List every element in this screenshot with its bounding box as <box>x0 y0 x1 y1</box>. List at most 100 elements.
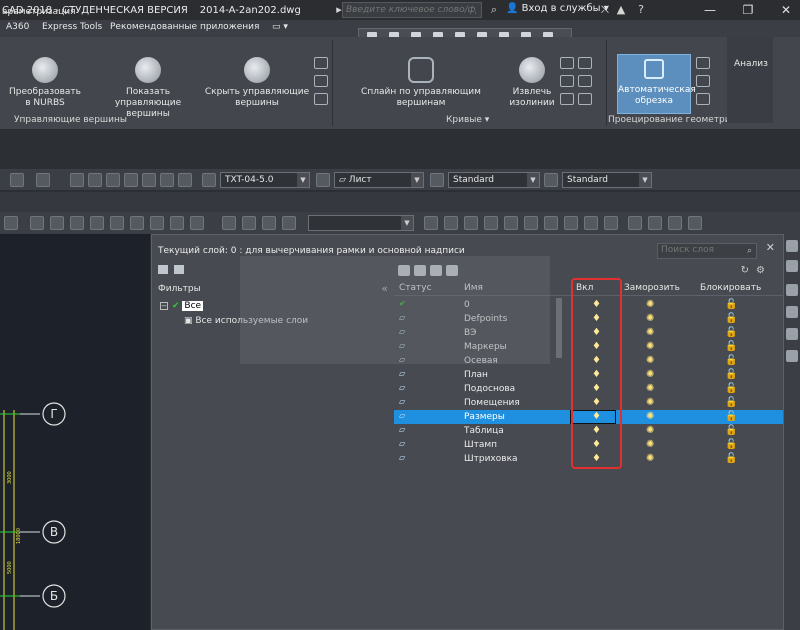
unlock-icon[interactable]: 🔓 <box>725 411 737 423</box>
refresh-icon[interactable]: ↻ <box>741 265 749 276</box>
sun-icon[interactable]: ✺ <box>646 355 658 367</box>
sun-icon[interactable]: ✺ <box>646 411 658 423</box>
tree-all-filters[interactable]: − ✔ Все <box>160 301 204 311</box>
tool-icon[interactable] <box>4 216 18 230</box>
extract-isolines-button[interactable]: Извлечь изолинии <box>506 57 558 109</box>
login-button[interactable]: 👤 Вход в службы ▾ <box>506 3 609 14</box>
tool-icon[interactable] <box>544 216 558 230</box>
tool-icon[interactable] <box>190 216 204 230</box>
view-select[interactable]: ▼ <box>308 215 414 231</box>
help-tool-icon[interactable] <box>178 173 192 187</box>
tool-icon[interactable] <box>648 216 662 230</box>
tool-icon[interactable] <box>70 216 84 230</box>
tool-icon[interactable] <box>50 216 64 230</box>
sun-icon[interactable]: ✺ <box>646 383 658 395</box>
pan-icon[interactable] <box>222 216 236 230</box>
unlock-icon[interactable]: 🔓 <box>725 439 737 451</box>
panel-cv-label[interactable]: Управляющие вершины <box>14 115 127 125</box>
tool-icon[interactable] <box>668 216 682 230</box>
layer-style-icon[interactable] <box>316 173 330 187</box>
text-style-select[interactable]: TXT-04-5.0 ▼ <box>220 172 310 188</box>
tool-icon[interactable] <box>150 216 164 230</box>
group-filter-icon[interactable] <box>174 265 184 274</box>
table-style-select[interactable]: Standard ▼ <box>562 172 652 188</box>
curve-tool-4-icon[interactable] <box>578 75 592 87</box>
binoculars-icon[interactable]: ⌕ <box>487 3 501 17</box>
palette-tool-icon[interactable] <box>786 260 798 272</box>
tab-a360[interactable]: A360 <box>6 22 29 32</box>
convert-nurbs-button[interactable]: Преобразовать в NURBS <box>8 57 82 109</box>
tool-icon[interactable] <box>282 216 296 230</box>
tool-icon[interactable] <box>70 173 84 187</box>
unlock-icon[interactable]: 🔓 <box>725 341 737 353</box>
tool-icon[interactable] <box>130 216 144 230</box>
tool-icon[interactable] <box>524 216 538 230</box>
col-lock[interactable]: Блокировать <box>700 283 761 293</box>
tool-icon[interactable] <box>88 173 102 187</box>
dim-style-icon[interactable] <box>430 173 444 187</box>
sun-icon[interactable]: ✺ <box>646 453 658 465</box>
col-freeze[interactable]: Заморозить <box>624 283 680 293</box>
tool-icon[interactable] <box>464 216 478 230</box>
line-tool-icon[interactable] <box>560 93 574 105</box>
palette-tool-icon[interactable] <box>786 284 798 296</box>
unlock-icon[interactable]: 🔓 <box>725 355 737 367</box>
cart-icon[interactable]: ⛌ <box>598 3 612 17</box>
ribbon-options-icon[interactable]: ▭ ▾ <box>272 22 288 32</box>
unlock-icon[interactable]: 🔓 <box>725 327 737 339</box>
orbit-icon[interactable] <box>262 216 276 230</box>
tab-featured-apps[interactable]: Рекомендованные приложения <box>110 22 259 32</box>
sun-icon[interactable]: ✺ <box>646 369 658 381</box>
sun-icon[interactable]: ✺ <box>646 327 658 339</box>
close-button[interactable]: ✕ <box>766 1 800 19</box>
project-tool-1-icon[interactable] <box>696 57 710 69</box>
layer-search-input[interactable] <box>661 245 741 255</box>
unlock-icon[interactable]: 🔓 <box>725 397 737 409</box>
tool-icon[interactable] <box>604 216 618 230</box>
project-tool-2-icon[interactable] <box>696 75 710 87</box>
undo-icon[interactable] <box>10 173 24 187</box>
help-icon[interactable]: ? <box>634 3 648 17</box>
unlock-icon[interactable]: 🔓 <box>725 313 737 325</box>
project-tool-3-icon[interactable] <box>696 93 710 105</box>
unlock-icon[interactable]: 🔓 <box>725 369 737 381</box>
zoom-icon[interactable] <box>242 216 256 230</box>
layer-search[interactable]: ⌕ <box>657 243 757 259</box>
keyword-search[interactable] <box>342 2 482 18</box>
palette-close-icon[interactable]: ✕ <box>766 241 775 254</box>
table-style-icon[interactable] <box>544 173 558 187</box>
tool-icon[interactable] <box>688 216 702 230</box>
tool-icon[interactable] <box>90 216 104 230</box>
curve-tool-3-icon[interactable] <box>560 75 574 87</box>
panel-projection-label[interactable]: Проецирование геометрии <box>608 115 736 125</box>
sun-icon[interactable]: ✺ <box>646 425 658 437</box>
restore-button[interactable]: ❐ <box>728 1 768 19</box>
tab-parametrization[interactable]: араметризация <box>2 7 76 17</box>
unlock-icon[interactable]: 🔓 <box>725 453 737 465</box>
palette-tool-icon[interactable] <box>786 240 798 252</box>
polyline-tool-icon[interactable] <box>578 93 592 105</box>
curve-tool-1-icon[interactable] <box>560 57 574 69</box>
tool-icon[interactable] <box>110 216 124 230</box>
show-cv-button[interactable]: Показать управляющие вершины <box>96 57 200 120</box>
sun-icon[interactable]: ✺ <box>646 313 658 325</box>
tool-icon[interactable] <box>142 173 156 187</box>
tool-icon[interactable] <box>628 216 642 230</box>
auto-trim-button[interactable]: Автоматическая обрезка <box>617 54 696 114</box>
drawing-canvas[interactable]: Г В Б 3000 18000 5000 <box>0 234 150 630</box>
panel-curves-label[interactable]: Кривые ▾ <box>446 115 489 125</box>
keyword-search-input[interactable] <box>346 5 476 15</box>
remove-cv-icon[interactable] <box>314 75 328 87</box>
text-style-icon[interactable] <box>202 173 216 187</box>
minimize-button[interactable]: — <box>690 1 730 19</box>
tool-icon[interactable] <box>30 216 44 230</box>
tool-icon[interactable] <box>484 216 498 230</box>
tool-icon[interactable] <box>106 173 120 187</box>
tool-icon[interactable] <box>160 173 174 187</box>
sun-icon[interactable]: ✺ <box>646 397 658 409</box>
tree-toggle-icon[interactable]: − <box>160 301 168 310</box>
redo-icon[interactable] <box>36 173 50 187</box>
sun-icon[interactable]: ✺ <box>646 439 658 451</box>
sun-icon[interactable]: ✺ <box>646 299 658 311</box>
settings-icon[interactable]: ⚙ <box>756 265 765 276</box>
